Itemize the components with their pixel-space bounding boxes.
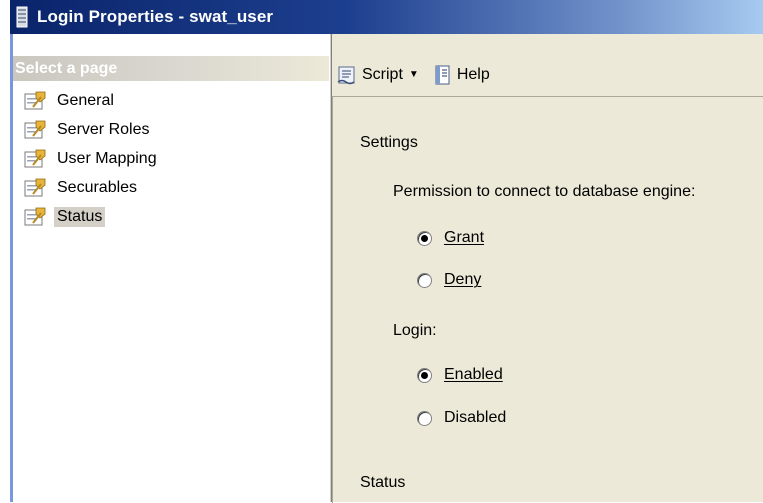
enabled-label[interactable]: Enabled: [444, 366, 503, 384]
page-properties-icon: [24, 178, 46, 196]
help-label: Help: [456, 65, 490, 83]
title-bar[interactable]: Login Properties - swat_user: [10, 0, 763, 34]
page-item-server-roles[interactable]: Server Roles: [13, 115, 329, 144]
page-properties-icon: [24, 120, 46, 138]
grant-label[interactable]: Grant: [444, 229, 484, 247]
settings-section-label: Settings: [360, 134, 418, 151]
page-item-user-mapping[interactable]: User Mapping: [13, 144, 329, 173]
disabled-label[interactable]: Disabled: [444, 409, 506, 427]
page-item-label: User Mapping: [57, 149, 157, 167]
disabled-radio[interactable]: [417, 410, 432, 426]
page-item-securables[interactable]: Securables: [13, 173, 329, 202]
page-item-label: Securables: [57, 178, 138, 196]
window-title: Login Properties - swat_user: [37, 7, 274, 26]
deny-label[interactable]: Deny: [444, 271, 481, 289]
page-properties-icon: [24, 91, 46, 109]
page-item-status[interactable]: Status: [13, 202, 329, 231]
help-button[interactable]: Help: [429, 62, 494, 88]
enabled-radio-row[interactable]: Enabled: [417, 366, 503, 384]
login-properties-window: Login Properties - swat_user Select a pa…: [0, 0, 763, 503]
enabled-radio[interactable]: [417, 367, 432, 383]
page-item-label: General: [57, 91, 114, 109]
server-window-icon: [16, 6, 28, 28]
toolbar: Script ▼ Help: [332, 56, 763, 93]
permission-label: Permission to connect to database engine…: [393, 183, 696, 200]
page-properties-icon: [24, 207, 46, 225]
grant-radio[interactable]: [417, 230, 432, 246]
page-item-label: Server Roles: [57, 120, 150, 138]
script-label: Script: [362, 65, 403, 83]
settings-content: [332, 96, 763, 503]
script-button[interactable]: Script ▼: [332, 62, 429, 88]
login-label: Login:: [393, 322, 437, 339]
help-book-icon: [435, 65, 450, 84]
script-icon: [337, 66, 355, 84]
page-list: General Server Roles User Mapping Secura…: [13, 86, 329, 231]
grant-radio-row[interactable]: Grant: [417, 229, 484, 247]
disabled-radio-row[interactable]: Disabled: [417, 409, 506, 427]
page-item-label: Status: [54, 206, 106, 227]
deny-radio-row[interactable]: Deny: [417, 271, 481, 289]
status-section-label: Status: [360, 474, 406, 491]
page-item-general[interactable]: General: [13, 86, 329, 115]
chevron-down-icon[interactable]: ▼: [409, 69, 419, 80]
deny-radio[interactable]: [417, 272, 432, 288]
page-properties-icon: [24, 149, 46, 167]
content-frame: [332, 97, 763, 503]
select-page-header: Select a page: [13, 56, 329, 81]
